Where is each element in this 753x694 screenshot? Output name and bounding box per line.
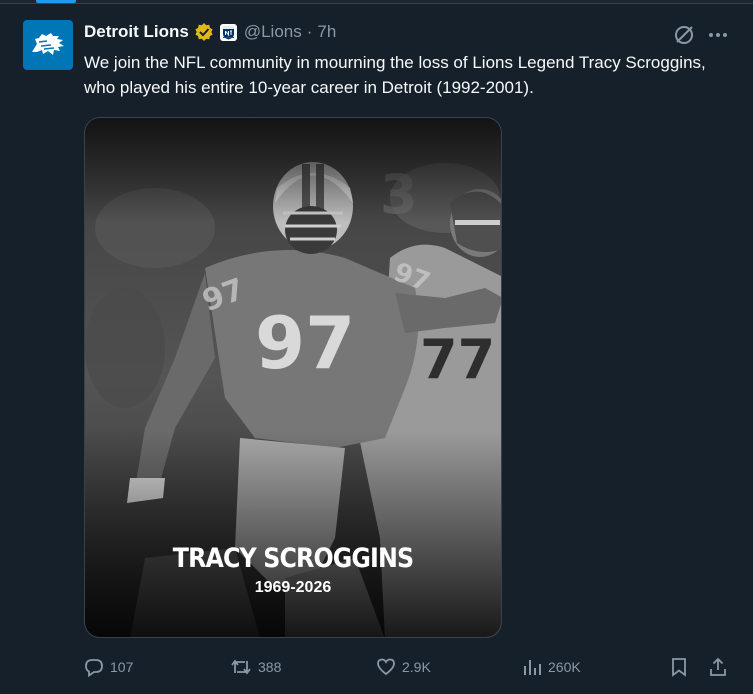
tweet[interactable]: Detroit Lions @Lions · 7h We join the NF… [0,3,753,694]
bookmark-button[interactable] [670,657,688,677]
views-button[interactable]: 260K [522,657,581,677]
repost-icon [231,659,251,675]
like-icon [377,658,395,676]
more-icon [709,33,727,37]
share-button[interactable] [708,657,728,677]
views-count: 260K [548,659,581,675]
overlay-name: TRACY SCROGGINS [172,543,414,574]
author-handle[interactable]: @Lions [244,22,302,42]
views-icon [524,660,541,675]
grok-icon [675,26,693,44]
reply-count: 107 [110,659,134,675]
lions-logo-icon [32,33,64,55]
tweet-text: We join the NFL community in mourning th… [84,53,706,97]
like-button[interactable]: 2.9K [376,657,431,676]
overlay-years: 1969-2026 [254,579,332,596]
like-count: 2.9K [402,658,431,675]
reply-icon [85,659,103,677]
more-button[interactable] [706,23,730,47]
repost-button[interactable]: 388 [230,657,281,677]
separator-dot: · [306,22,313,41]
avatar[interactable] [23,20,73,70]
tweet-image[interactable]: 3 77 97 97 [84,117,502,638]
share-icon [710,657,726,676]
grok-button[interactable] [672,23,696,47]
timestamp[interactable]: 7h [317,22,336,42]
repost-count: 388 [258,659,282,675]
action-bar: 107 388 2.9K 260K [84,654,734,684]
reply-button[interactable]: 107 [84,657,133,677]
nfl-shield-icon[interactable] [219,23,237,41]
bookmark-icon [672,658,686,677]
verified-icon[interactable] [194,22,214,42]
author-name[interactable]: Detroit Lions [84,22,189,42]
tweet-header: Detroit Lions @Lions · 7h [84,20,336,44]
